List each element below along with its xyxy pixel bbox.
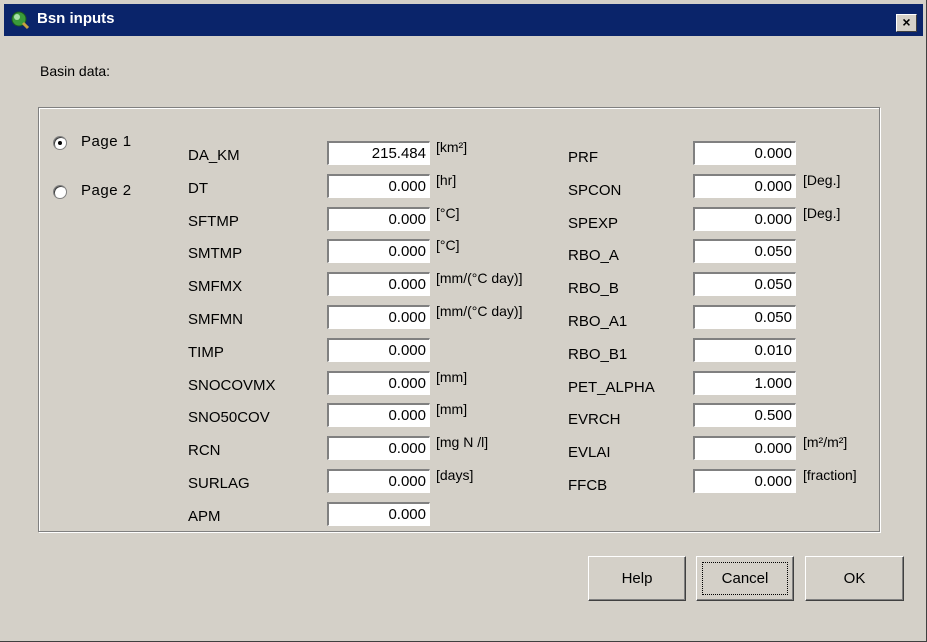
app-icon <box>11 11 30 30</box>
param-unit-smfmn: [mm/(°C day)] <box>436 303 523 319</box>
param-unit-evlai: [m²/m²] <box>803 434 848 451</box>
param-label-rcn: RCN <box>188 442 221 460</box>
param-label-apm: APM <box>188 507 221 525</box>
param-input-dt[interactable]: 0.000 <box>327 173 430 198</box>
param-label-smfmn: SMFMN <box>188 311 243 328</box>
param-label-smtmp: SMTMP <box>188 245 243 263</box>
param-unit-snocovmx: [mm] <box>436 368 468 385</box>
param-unit-smtmp: [°C] <box>436 237 460 254</box>
param-label-prf: PRF <box>568 149 598 166</box>
param-label-rbo-b1: RBO_B1 <box>568 345 628 363</box>
param-label-smfmx: SMFMX <box>188 278 243 296</box>
radio-button <box>53 185 67 199</box>
param-label-spexp: SPEXP <box>568 214 619 232</box>
param-label-rbo-a1: RBO_A1 <box>568 313 628 330</box>
param-unit-ffcb: [fraction] <box>803 467 857 483</box>
param-input-smfmx[interactable]: 0.000 <box>327 272 430 297</box>
param-input-da-km[interactable]: 215.484 <box>327 141 430 165</box>
param-unit-rcn: [mg N /l] <box>436 434 489 451</box>
close-button[interactable]: × <box>896 14 917 32</box>
ok-button[interactable]: OK <box>805 556 904 601</box>
param-input-snocovmx[interactable]: 0.000 <box>327 370 430 395</box>
param-input-pet-alpha[interactable]: 1.000 <box>693 370 796 395</box>
basin-data-label: Basin data: <box>40 63 111 79</box>
param-input-rbo-a[interactable]: 0.050 <box>693 239 796 264</box>
page-1-label: Page 1 <box>81 133 132 150</box>
param-label-surlag: SURLAG <box>188 475 250 492</box>
param-unit-spexp: [Deg.] <box>803 204 841 221</box>
radio-button <box>53 136 67 150</box>
param-input-timp[interactable]: 0.000 <box>327 337 430 362</box>
param-label-snocovmx: SNOCOVMX <box>188 376 276 394</box>
param-unit-sno50cov: [mm] <box>436 401 468 418</box>
param-unit-dt: [hr] <box>436 171 457 188</box>
param-input-spexp[interactable]: 0.000 <box>693 206 796 231</box>
param-input-rcn[interactable]: 0.000 <box>327 436 430 461</box>
param-input-rbo-b[interactable]: 0.050 <box>693 272 796 297</box>
param-input-prf[interactable]: 0.000 <box>693 141 796 165</box>
page-2-label: Page 2 <box>81 182 132 199</box>
param-label-evrch: EVRCH <box>568 411 621 429</box>
page-1-radio[interactable]: Page 1 <box>53 133 153 153</box>
param-unit-smfmx: [mm/(°C day)] <box>436 270 523 287</box>
param-unit-spcon: [Deg.] <box>803 171 841 188</box>
param-input-sftmp[interactable]: 0.000 <box>327 206 430 231</box>
param-input-spcon[interactable]: 0.000 <box>693 173 796 198</box>
param-label-rbo-a: RBO_A <box>568 247 619 265</box>
param-input-rbo-b1[interactable]: 0.010 <box>693 337 796 362</box>
param-input-smtmp[interactable]: 0.000 <box>327 239 430 264</box>
page-2-radio[interactable]: Page 2 <box>53 182 153 202</box>
param-label-timp: TIMP <box>188 343 224 361</box>
param-unit-sftmp: [°C] <box>436 204 460 221</box>
close-icon: × <box>902 14 911 30</box>
param-unit-surlag: [days] <box>436 467 474 483</box>
param-label-evlai: EVLAI <box>568 444 611 462</box>
param-label-sno50cov: SNO50COV <box>188 409 270 427</box>
param-input-ffcb[interactable]: 0.000 <box>693 469 796 493</box>
param-label-sftmp: SFTMP <box>188 212 239 230</box>
param-label-pet-alpha: PET_ALPHA <box>568 378 655 396</box>
param-input-evrch[interactable]: 0.500 <box>693 403 796 428</box>
title-bar[interactable]: Bsn inputs <box>4 4 923 36</box>
param-input-sno50cov[interactable]: 0.000 <box>327 403 430 428</box>
param-label-rbo-b: RBO_B <box>568 280 619 298</box>
cancel-button[interactable]: Cancel <box>696 556 794 601</box>
help-button[interactable]: Help <box>588 556 686 601</box>
param-input-apm[interactable]: 0.000 <box>327 501 430 526</box>
param-input-smfmn[interactable]: 0.000 <box>327 305 430 329</box>
param-unit-da-km: [km²] <box>436 139 468 155</box>
param-input-surlag[interactable]: 0.000 <box>327 469 430 493</box>
param-input-rbo-a1[interactable]: 0.050 <box>693 305 796 329</box>
param-label-da-km: DA_KM <box>188 147 240 164</box>
param-label-ffcb: FFCB <box>568 477 608 494</box>
focus-rectangle <box>702 562 788 595</box>
param-input-evlai[interactable]: 0.000 <box>693 436 796 461</box>
param-label-dt: DT <box>188 179 208 197</box>
radio-selected-dot <box>58 141 62 145</box>
bsn-inputs-dialog: Bsn inputs × Basin data: Page 1 Page 2 D… <box>0 0 927 642</box>
param-label-spcon: SPCON <box>568 181 622 199</box>
window-title: Bsn inputs <box>37 10 115 27</box>
